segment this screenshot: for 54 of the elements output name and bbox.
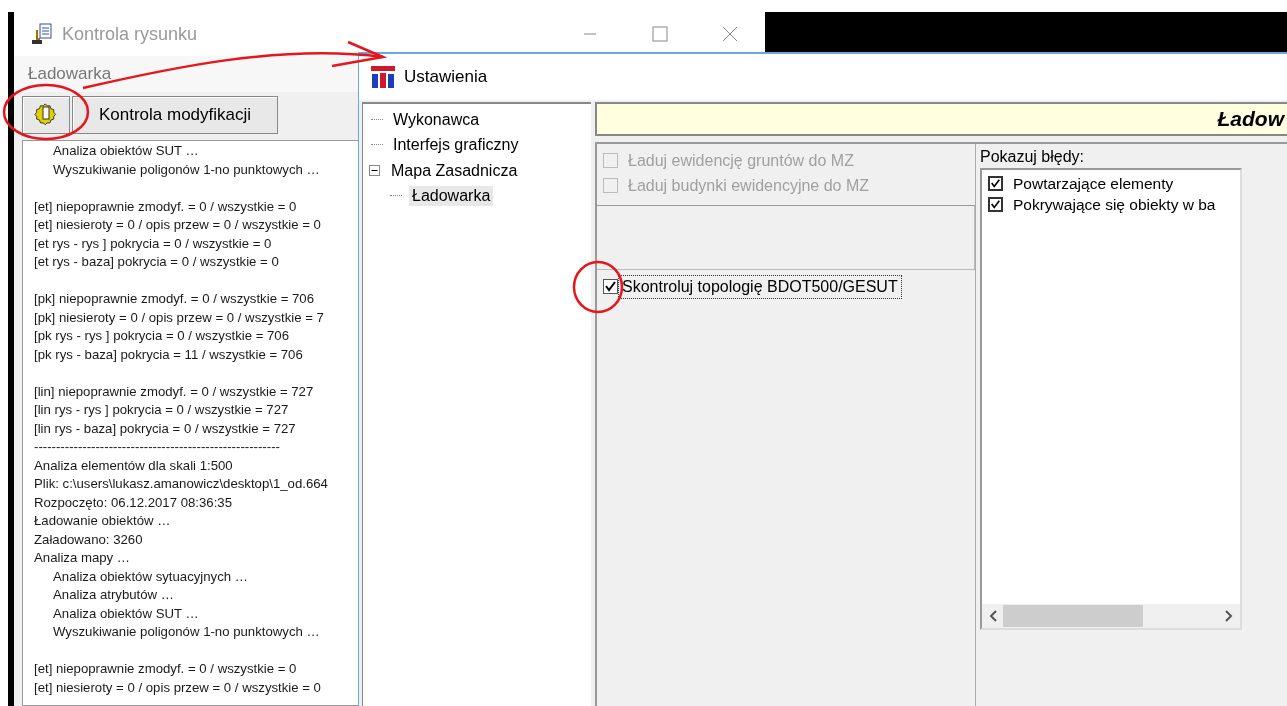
errors-label: Pokazuj błędy:: [980, 148, 1086, 167]
maximize-icon: [652, 26, 668, 42]
scroll-right-icon[interactable]: [1223, 610, 1233, 622]
app-logo-icon: [370, 65, 396, 89]
log-line: Analiza obiektów SUT …: [53, 142, 199, 160]
window-title: Kontrola rysunku: [62, 23, 199, 45]
log-line: Wyszukiwanie poligonów 1-no punktowych …: [53, 160, 320, 179]
log-line: [et] niepoprawnie zmodyf. = 0 / wszystkie = 0: [34, 197, 297, 216]
checkbox[interactable]: [988, 197, 1003, 212]
log-line: Analiza atrybutów …: [53, 586, 174, 604]
log-line: --------------------------------------------------------: [34, 438, 280, 456]
tree-item[interactable]: Mapa Zasadnicza: [388, 160, 521, 181]
page-header: Ładow: [595, 102, 1287, 136]
settings-button[interactable]: [22, 96, 70, 134]
dialog-title: Ustawienia: [404, 67, 488, 87]
scrollbar-thumb[interactable]: [1003, 605, 1143, 627]
checkbox[interactable]: [603, 279, 618, 294]
log-line: [lin rys - baza] pokrycia = 0 / wszystkie = 727: [34, 419, 296, 438]
log-line: [et] niepoprawnie zmodyf. = 0 / wszystkie = 0: [34, 660, 297, 678]
checkbox-label: Ładuj ewidencję gruntów do MZ: [628, 151, 854, 170]
close-icon: [722, 26, 738, 42]
log-line: [pk] niepoprawnie zmodyf. = 0 / wszystkie = 706: [34, 290, 314, 308]
log-line: Analiza mapy …: [34, 549, 130, 567]
check-modifications-button[interactable]: Kontrola modyfikacji: [72, 96, 278, 134]
log-line: [lin rys - rys ] pokrycia = 0 / wszystkie = 727: [34, 401, 289, 419]
checkbox[interactable]: [988, 176, 1003, 191]
log-line: [et rys - rys ] pokrycia = 0 / wszystkie = 0: [34, 234, 272, 253]
collapse-icon[interactable]: [369, 165, 382, 177]
document-icon: [30, 22, 54, 46]
checkbox-label: Ładuj budynki ewidencyjne do MZ: [628, 176, 870, 195]
log-line: [pk rys - baza] pokrycia = 11 / wszystkie = 706: [34, 345, 303, 364]
scroll-left-icon[interactable]: [989, 610, 999, 622]
log-line: [pk] niesieroty = 0 / opis przew = 0 / wszystkie = 7: [34, 308, 324, 327]
annotation-circle: [572, 260, 624, 314]
tree-item[interactable]: Ładowarka: [409, 186, 494, 207]
horizontal-scrollbar[interactable]: [982, 604, 1240, 628]
log-line: [et] niesieroty = 0 / opis przew = 0 / wszystkie = 0: [34, 216, 321, 234]
log-line: Analiza obiektów sytuacyjnych …: [53, 567, 248, 586]
log-line: Wyszukiwanie poligonów 1-no punktowych …: [53, 623, 320, 641]
log-line: Załadowano: 3260: [34, 530, 143, 549]
log-line: Plik: c:\users\lukasz.amanowicz\desktop\1_od.664: [34, 475, 328, 493]
tree-item[interactable]: Wykonawca: [390, 109, 483, 130]
log-line: [lin] niepoprawnie zmodyf. = 0 / wszystkie = 727: [34, 382, 314, 401]
log-line: Rozpoczęto: 06.12.2017 08:36:35: [34, 493, 232, 512]
log-line: Analiza elementów dla skali 1:500: [34, 456, 233, 475]
checkbox-label: Pokrywające się obiekty w ba: [1013, 195, 1216, 214]
log-line: [et] niesieroty = 0 / opis przew = 0 / wszystkie = 0: [34, 678, 321, 697]
log-line: [et rys - baza] pokrycia = 0 / wszystkie = 0: [34, 253, 279, 271]
log-line: Analiza obiektów SUT …: [53, 604, 199, 623]
log-line: Ładowanie obiektów …: [34, 512, 171, 530]
log-line: [pk rys - rys ] pokrycia = 0 / wszystkie = 706: [34, 327, 290, 345]
tree-item[interactable]: Interfejs graficzny: [390, 135, 522, 156]
checkbox-label: Skontroluj topologię BDOT500/GESUT: [620, 276, 900, 297]
checkbox-label: Powtarzające elementy: [1013, 174, 1174, 193]
